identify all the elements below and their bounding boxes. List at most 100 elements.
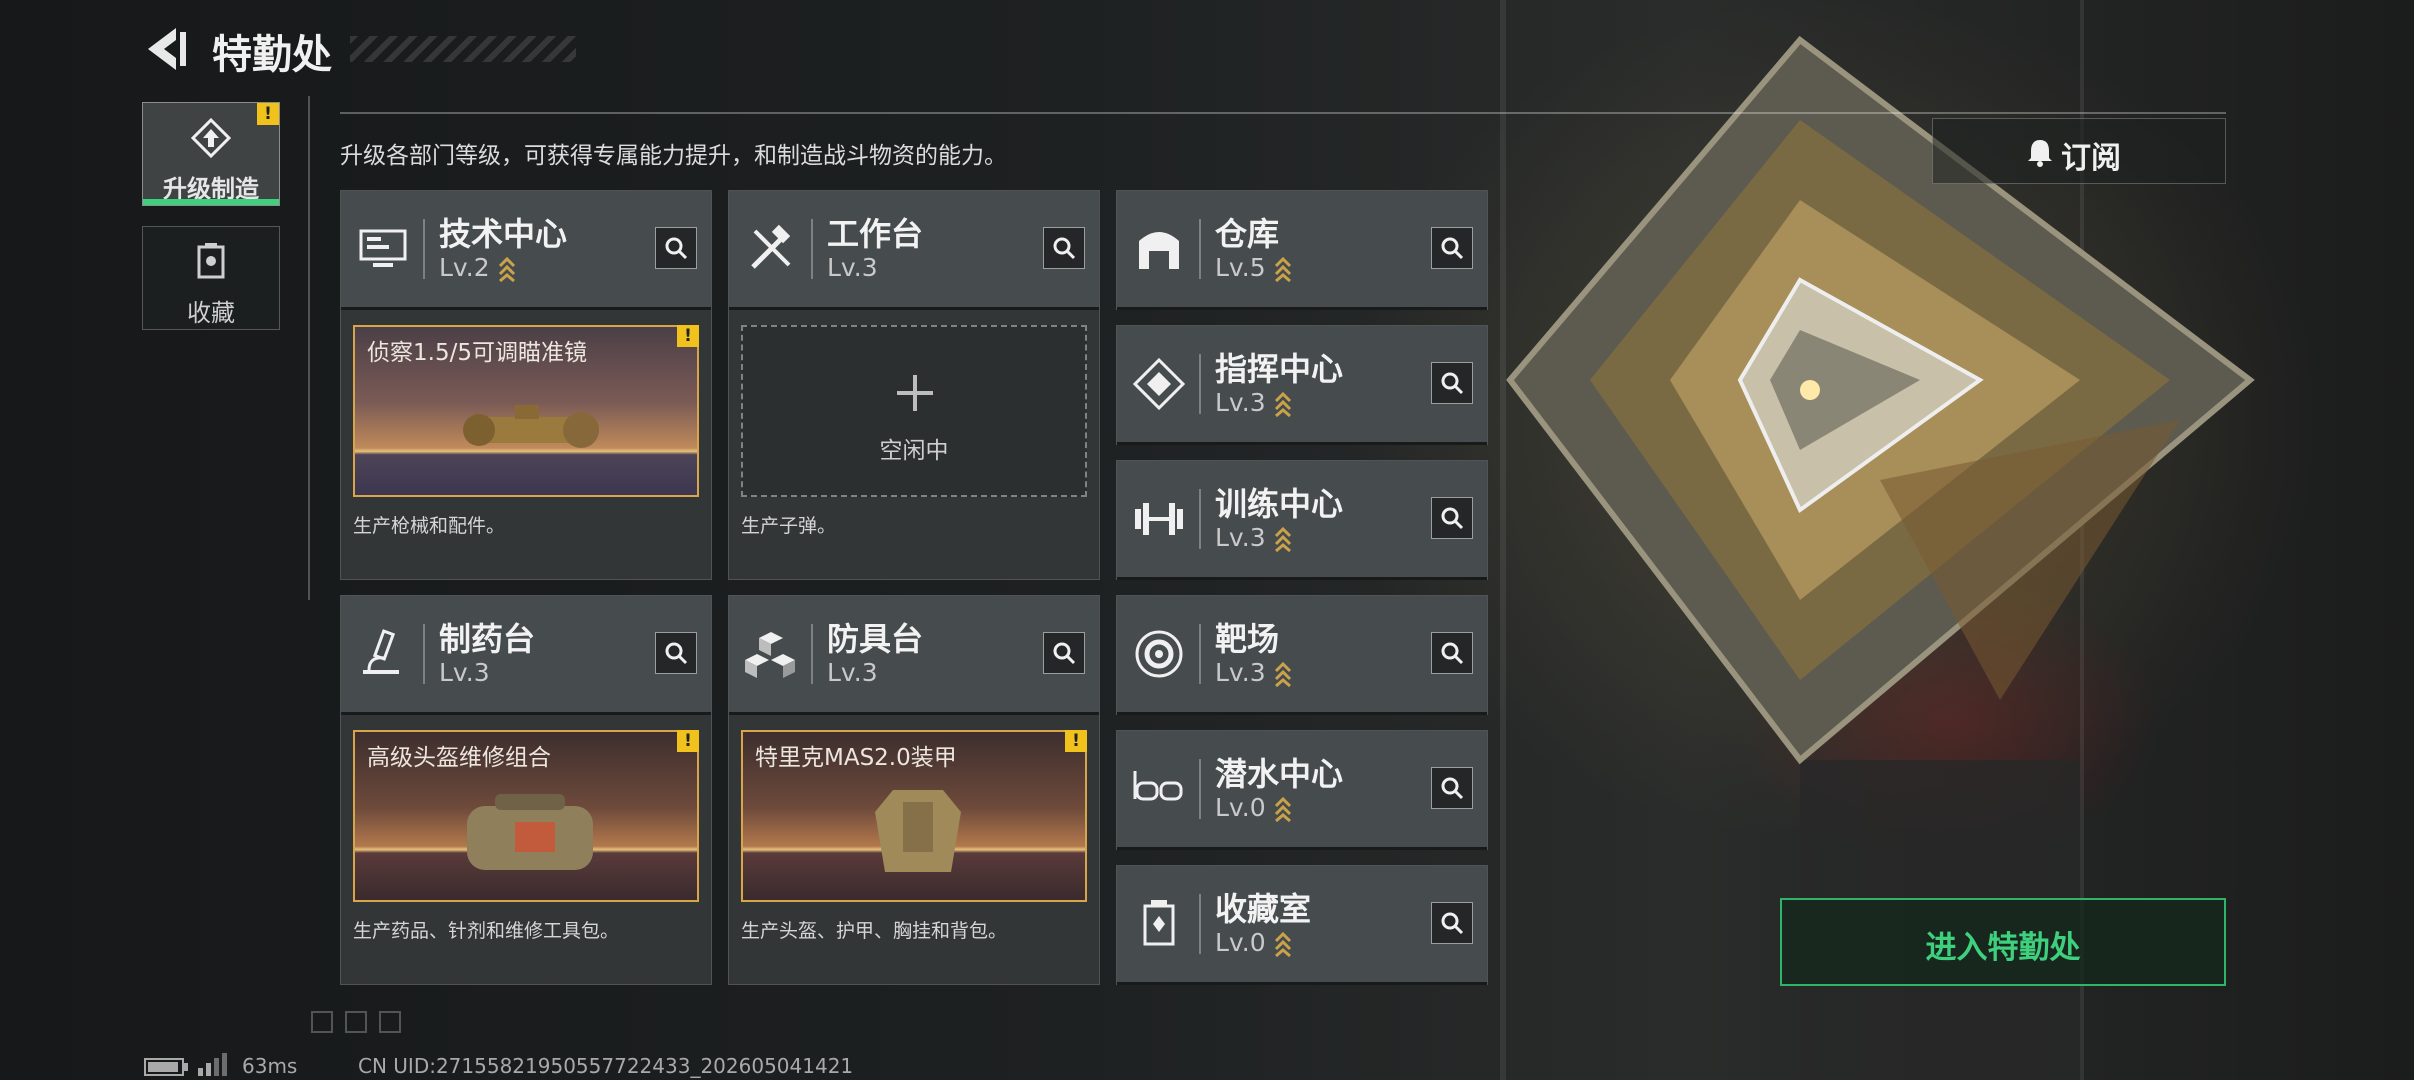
subscribe-label: 订阅: [2061, 141, 2121, 176]
search-button[interactable]: [1431, 767, 1473, 809]
facility-name: 潜水中心: [1215, 755, 1344, 793]
production-slot[interactable]: 高级头盔维修组合 !: [353, 730, 699, 902]
facility-level: Lv.2: [439, 253, 516, 282]
subscribe-button[interactable]: 订阅: [1932, 118, 2226, 184]
card-header: 仓库 Lv.5: [1117, 191, 1487, 310]
production-item-name: 特里克MAS2.0装甲: [755, 745, 957, 771]
search-button[interactable]: [1431, 227, 1473, 269]
tab-collection[interactable]: 收藏: [142, 226, 280, 330]
facility-card-tech-center[interactable]: 技术中心 Lv.2 侦察1.5/5可调瞄准镜 ! 生产枪械和配件。: [340, 190, 712, 580]
alert-badge: !: [677, 730, 699, 752]
facility-card-pharmacy[interactable]: 制药台 Lv.3 高级头盔维修组合 ! 生产药品、针剂和维修工具包。: [340, 595, 712, 985]
facility-name: 靶场: [1215, 620, 1280, 658]
facility-card-workbench[interactable]: 工作台 Lv.3 空闲中 生产子弹。: [728, 190, 1100, 580]
separator: [1199, 219, 1201, 279]
facility-description: 生产头盔、护甲、胸挂和背包。: [741, 920, 1008, 942]
facility-level: Lv.3: [1215, 658, 1292, 687]
tab-label: 升级制造: [163, 175, 259, 203]
facility-description: 生产枪械和配件。: [353, 515, 506, 537]
divider: [308, 96, 310, 600]
separator: [423, 624, 425, 684]
card-header: 技术中心 Lv.2: [341, 191, 711, 310]
trophy-icon: [197, 243, 225, 279]
bell-icon: [2028, 140, 2052, 167]
search-button[interactable]: [1431, 902, 1473, 944]
tab-upgrade-craft[interactable]: 升级制造 !: [142, 102, 280, 206]
facility-card-collection-room[interactable]: 收藏室 Lv.0: [1116, 865, 1488, 985]
back-arrow-icon[interactable]: [140, 22, 190, 76]
facility-card-armor-bench[interactable]: 防具台 Lv.3 特里克MAS2.0装甲 ! 生产头盔、护甲、胸挂和背包。: [728, 595, 1100, 985]
idle-label: 空闲中: [879, 438, 949, 464]
facility-name: 指挥中心: [1215, 350, 1344, 388]
facility-level: Lv.0: [1215, 928, 1292, 957]
level-up-icon: [1274, 526, 1291, 552]
card-header: 训练中心 Lv.3: [1117, 461, 1487, 580]
alert-badge: !: [1065, 730, 1087, 752]
facility-level: Lv.3: [827, 253, 878, 282]
warehouse-icon: [1139, 232, 1179, 269]
production-slot-idle[interactable]: 空闲中: [741, 325, 1087, 497]
enter-special-ops-button[interactable]: 进入特勤处: [1780, 898, 2226, 986]
armor-vest-item-image: [875, 790, 961, 872]
card-header: 靶场 Lv.3: [1117, 596, 1487, 715]
enter-label: 进入特勤处: [1925, 930, 2081, 966]
search-button[interactable]: [1431, 497, 1473, 539]
dumbbell-icon: [1135, 503, 1183, 535]
facility-name: 技术中心: [439, 215, 568, 253]
alert-badge: !: [677, 325, 699, 347]
diving-mask-icon: [1133, 771, 1183, 801]
repair-kit-item-image: [467, 794, 593, 870]
search-button[interactable]: [1043, 632, 1085, 674]
facility-level: Lv.3: [1215, 523, 1292, 552]
production-item-name: 高级头盔维修组合: [367, 745, 551, 771]
facility-card-warehouse[interactable]: 仓库 Lv.5: [1116, 190, 1488, 310]
microscope-icon: [363, 629, 399, 674]
search-button[interactable]: [1431, 632, 1473, 674]
facility-level: Lv.5: [1215, 253, 1292, 282]
title-decoration: [350, 36, 576, 62]
card-header: 指挥中心 Lv.3: [1117, 326, 1487, 445]
level-up-icon: [1274, 391, 1291, 417]
footer-decoration-icons: [311, 1011, 401, 1033]
level-up-icon: [1274, 796, 1291, 822]
production-slot[interactable]: 侦察1.5/5可调瞄准镜 !: [353, 325, 699, 497]
search-icon: [665, 237, 688, 260]
separator: [811, 219, 813, 279]
search-icon: [1053, 237, 1076, 260]
level-up-icon: [1274, 931, 1291, 957]
card-header: 潜水中心 Lv.0: [1117, 731, 1487, 850]
tab-label: 收藏: [187, 299, 235, 327]
facility-card-training-center[interactable]: 训练中心 Lv.3: [1116, 460, 1488, 580]
search-icon: [1441, 777, 1464, 800]
search-icon: [665, 642, 688, 665]
facility-name: 训练中心: [1215, 485, 1344, 523]
separator: [423, 219, 425, 279]
card-header: 防具台 Lv.3: [729, 596, 1099, 715]
search-button[interactable]: [1431, 362, 1473, 404]
search-icon: [1441, 237, 1464, 260]
production-slot[interactable]: 特里克MAS2.0装甲 !: [741, 730, 1087, 902]
search-button[interactable]: [655, 227, 697, 269]
facility-level: Lv.0: [1215, 793, 1292, 822]
search-icon: [1441, 372, 1464, 395]
facility-description: 生产药品、针剂和维修工具包。: [353, 920, 620, 942]
user-uid: CN UID:27155821950557722433_202605041421: [358, 1054, 854, 1078]
facility-level: Lv.3: [1215, 388, 1292, 417]
search-button[interactable]: [655, 632, 697, 674]
facility-card-diving-center[interactable]: 潜水中心 Lv.0: [1116, 730, 1488, 850]
facility-level: Lv.3: [439, 658, 490, 687]
level-up-icon: [498, 256, 515, 282]
search-icon: [1441, 507, 1464, 530]
monitor-icon: [359, 229, 407, 267]
facility-card-shooting-range[interactable]: 靶场 Lv.3: [1116, 595, 1488, 715]
facility-name: 工作台: [827, 215, 924, 253]
plus-icon: [897, 375, 933, 411]
facility-card-command-center[interactable]: 指挥中心 Lv.3: [1116, 325, 1488, 445]
separator: [1199, 894, 1201, 954]
separator: [811, 624, 813, 684]
separator: [1199, 354, 1201, 414]
search-button[interactable]: [1043, 227, 1085, 269]
facility-description: 生产子弹。: [741, 515, 837, 537]
upgrade-icon: [190, 117, 232, 159]
search-icon: [1441, 912, 1464, 935]
